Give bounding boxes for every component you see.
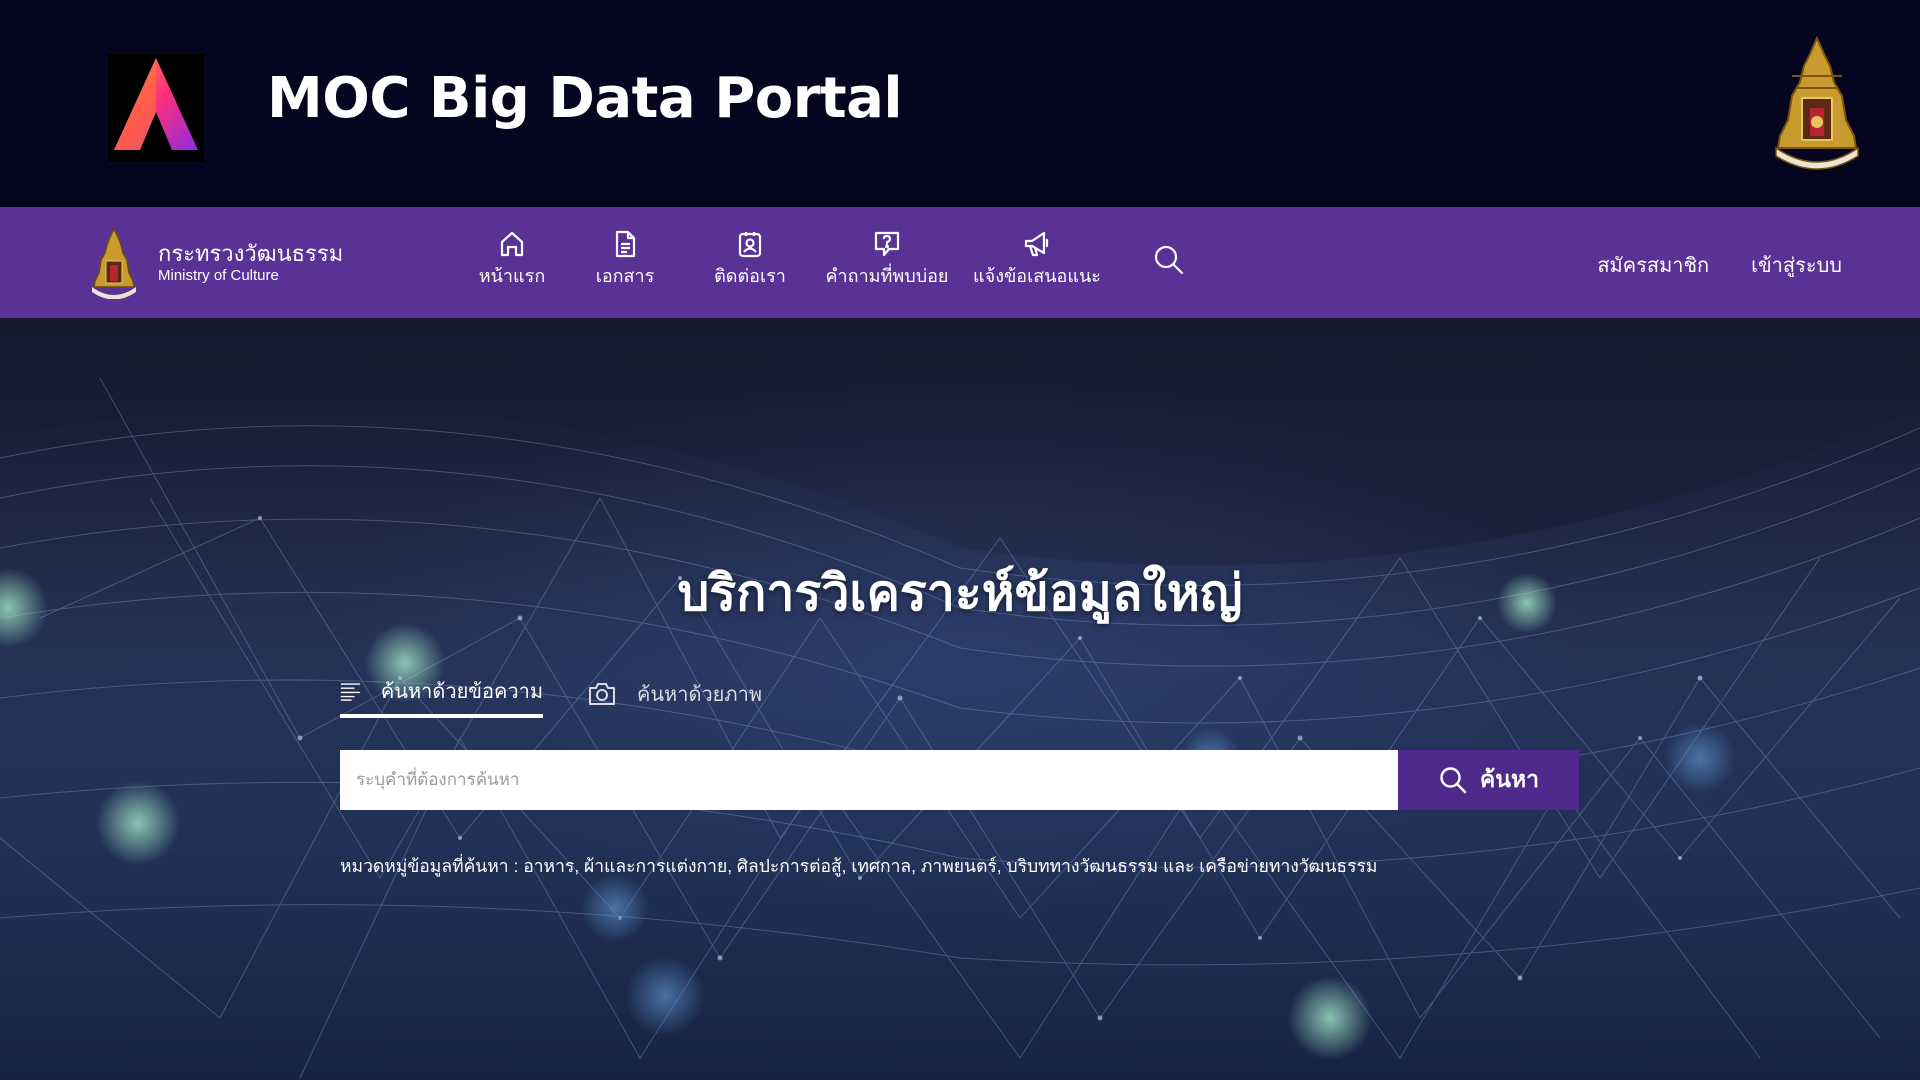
nav-item-home[interactable]: หน้าแรก xyxy=(462,229,562,287)
nav-label-home: หน้าแรก xyxy=(478,266,546,286)
nav-item-contact[interactable]: ติดต่อเรา xyxy=(688,229,812,287)
nav-label-documents: เอกสาร xyxy=(595,266,655,286)
tab-label-text: ค้นหาด้วยข้อความ xyxy=(380,681,543,703)
document-icon xyxy=(615,230,636,258)
search-button-label: ค้นหา xyxy=(1479,766,1540,792)
nav-label-feedback: แจ้งข้อเสนอแนะ xyxy=(973,266,1101,286)
ministry-brand[interactable]: กระทรวงวัฒนธรรม Ministry of Culture xyxy=(90,225,343,301)
search-button[interactable]: ค้นหา xyxy=(1398,750,1579,810)
nav-item-feedback[interactable]: แจ้งข้อเสนอแนะ xyxy=(962,229,1112,287)
nav-search-icon[interactable] xyxy=(1152,243,1186,277)
main-navbar: กระทรวงวัฒนธรรม Ministry of Culture หน้า… xyxy=(0,207,1920,318)
camera-icon xyxy=(589,683,615,705)
text-lines-icon xyxy=(340,683,361,701)
app-logo-icon[interactable] xyxy=(108,54,204,162)
app-title: MOC Big Data Portal xyxy=(267,66,903,131)
contact-icon xyxy=(738,232,762,258)
nav-item-faq[interactable]: คำถามที่พบบ่อย xyxy=(812,229,962,287)
hero-section: บริการวิเคราะห์ข้อมูลใหญ่ ค้นหาด้วยข้อคว… xyxy=(0,318,1920,1080)
nav-label-faq: คำถามที่พบบ่อย xyxy=(825,266,949,286)
ministry-emblem-icon xyxy=(1772,35,1862,170)
top-banner: MOC Big Data Portal xyxy=(0,0,1920,207)
account-links: สมัครสมาชิก เข้าสู่ระบบ xyxy=(1597,249,1842,281)
tab-search-by-image[interactable]: ค้นหาด้วยภาพ xyxy=(587,670,762,718)
megaphone-icon xyxy=(1024,231,1049,257)
hero-title: บริการวิเคราะห์ข้อมูลใหญ่ xyxy=(677,565,1243,621)
register-link[interactable]: สมัครสมาชิก xyxy=(1597,249,1709,281)
nav-menu: หน้าแรก เอกสาร ติดต่อเรา คำถามที่พบบ่อย … xyxy=(462,229,1112,299)
login-link[interactable]: เข้าสู่ระบบ xyxy=(1751,249,1842,281)
search-input[interactable] xyxy=(340,750,1398,810)
nav-label-contact: ติดต่อเรา xyxy=(714,266,786,286)
tab-label-image: ค้นหาด้วยภาพ xyxy=(637,684,762,706)
ministry-name-english: Ministry of Culture xyxy=(158,267,279,284)
search-icon xyxy=(1440,767,1467,794)
ministry-name-thai: กระทรวงวัฒนธรรม xyxy=(158,241,344,266)
network-background-image xyxy=(0,377,1920,1080)
tab-search-by-text[interactable]: ค้นหาด้วยข้อความ xyxy=(340,670,543,718)
nav-item-documents[interactable]: เอกสาร xyxy=(562,229,688,287)
search-categories-text: หมวดหมู่ข้อมูลที่ค้นหา : อาหาร, ผ้าและกา… xyxy=(340,856,1378,876)
faq-icon xyxy=(874,231,900,257)
home-icon xyxy=(500,231,524,257)
ministry-crest-icon xyxy=(90,227,138,300)
search-mode-tabs: ค้นหาด้วยข้อความ ค้นหาด้วยภาพ xyxy=(340,670,762,718)
